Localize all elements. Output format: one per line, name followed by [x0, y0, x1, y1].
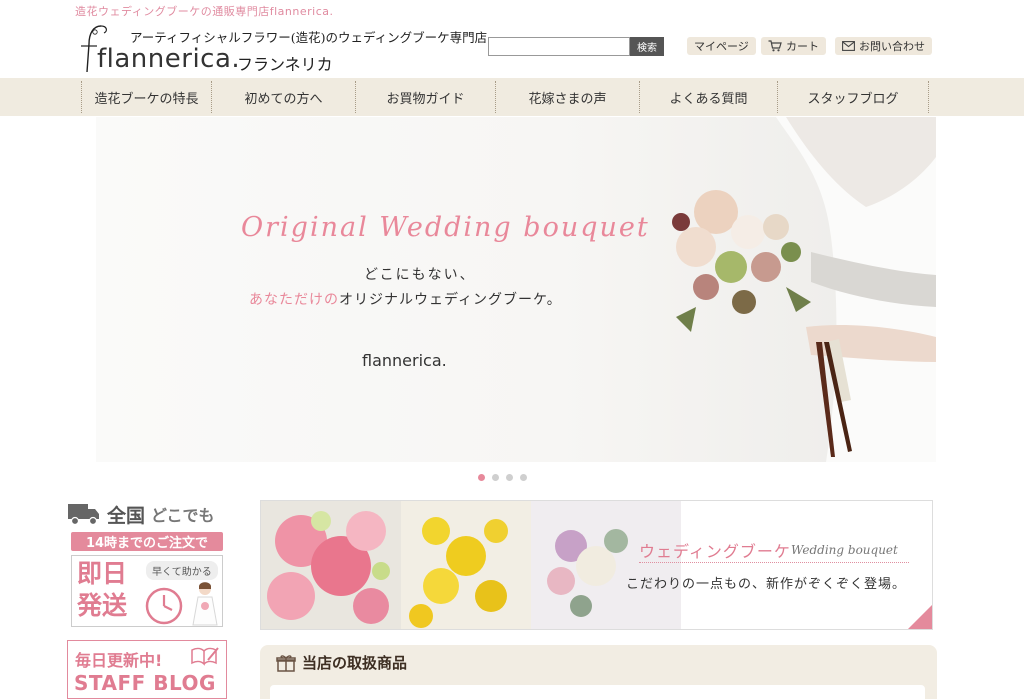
- hero-logo: flannerica.: [362, 351, 447, 370]
- blog-title: STAFF BLOG: [74, 671, 216, 695]
- nav-item-bride-voices[interactable]: 花嫁さまの声: [495, 81, 639, 113]
- products-section-heading: 当店の取扱商品: [276, 652, 407, 673]
- blog-daily-update: 毎日更新中!: [75, 651, 163, 670]
- wedding-bouquet-banner[interactable]: ウェディングブーケ Wedding bouquet こだわりの一点もの、新作がぞ…: [260, 500, 933, 630]
- slider-dot[interactable]: [492, 474, 499, 481]
- wedding-banner-divider: [639, 562, 909, 563]
- notebook-pencil-icon: [191, 647, 219, 666]
- mail-icon: [842, 41, 855, 51]
- contact-label: お問い合わせ: [859, 40, 925, 53]
- contact-button[interactable]: お問い合わせ: [835, 37, 932, 55]
- slider-dot[interactable]: [520, 474, 527, 481]
- header-tagline: 造花ウェディングブーケの通販専門店flannerica.: [75, 5, 334, 18]
- shipping-headline: 全国 どこでも: [67, 499, 227, 529]
- hero-copy-highlight: あなただけの: [249, 292, 339, 308]
- logo-wordmark: flannerica.: [97, 44, 241, 74]
- slider-dot[interactable]: [478, 474, 485, 481]
- hero-slide[interactable]: Original Wedding bouquet どこにもない、 あなただけのオ…: [96, 117, 936, 462]
- search-form: 検索: [488, 37, 664, 56]
- search-input[interactable]: [488, 37, 630, 56]
- gift-icon: [276, 654, 296, 672]
- cart-button[interactable]: カート: [761, 37, 826, 55]
- shipping-nationwide: 全国: [107, 504, 146, 527]
- site-logo[interactable]: flannerica. アーティフィシャルフラワー(造花)のウェディングブーケ専…: [75, 22, 487, 74]
- logo-katakana: フランネリカ: [237, 55, 333, 74]
- shipping-deadline: 14時までのご注文で: [71, 532, 223, 551]
- bouquet-photo-collage: [261, 501, 681, 629]
- staff-blog-banner[interactable]: 毎日更新中! STAFF BLOG: [67, 640, 227, 699]
- shipping-main-box: 即日 発送 早くて助かる: [71, 555, 223, 627]
- truck-icon: [68, 504, 99, 526]
- nav-item-features[interactable]: 造花ブーケの特長: [81, 81, 211, 113]
- same-day-shipping-banner[interactable]: 全国 どこでも 14時までのご注文で 即日 発送 早くて助かる: [67, 499, 227, 629]
- slider-dot[interactable]: [506, 474, 513, 481]
- slider-pagination: [478, 474, 527, 481]
- wedding-banner-subtitle: こだわりの一点もの、新作がぞくぞく登場。: [626, 577, 907, 592]
- bride-illustration-icon: [192, 582, 218, 626]
- products-section-panel: [270, 685, 925, 699]
- nav-item-staff-blog[interactable]: スタッフブログ: [777, 81, 929, 113]
- search-button[interactable]: 検索: [630, 37, 664, 56]
- mypage-label: マイページ: [694, 40, 749, 53]
- shipping-dispatch: 発送: [77, 591, 128, 620]
- nav-item-first-time[interactable]: 初めての方へ: [211, 81, 355, 113]
- bride-bouquet-image: [672, 117, 936, 462]
- hero-copy-rest: オリジナルウェディングブーケ。: [339, 292, 562, 308]
- global-nav: 造花ブーケの特長 初めての方へ お買物ガイド 花嫁さまの声 よくある質問 スタッ…: [0, 78, 1024, 116]
- nav-item-shopping-guide[interactable]: お買物ガイド: [355, 81, 495, 113]
- cart-icon: [768, 40, 782, 52]
- shipping-speech-bubble: 早くて助かる: [146, 561, 218, 580]
- wedding-banner-title-en: Wedding bouquet: [791, 543, 898, 557]
- cart-label: カート: [786, 40, 819, 53]
- shipping-anywhere: どこでも: [151, 506, 215, 525]
- nav-item-faq[interactable]: よくある質問: [639, 81, 777, 113]
- hero-title: Original Wedding bouquet: [241, 212, 650, 243]
- logo-subtitle: アーティフィシャルフラワー(造花)のウェディングブーケ専門店: [130, 30, 488, 45]
- banner-corner-arrow-icon: [908, 605, 932, 629]
- products-section-title: 当店の取扱商品: [302, 654, 408, 672]
- hero-copy-line1: どこにもない、: [364, 267, 476, 283]
- clock-icon: [145, 587, 183, 625]
- products-section: 当店の取扱商品: [260, 645, 937, 699]
- mypage-button[interactable]: マイページ: [687, 37, 756, 55]
- hero-copy-line2: あなただけのオリジナルウェディングブーケ。: [249, 289, 562, 309]
- wedding-banner-title: ウェディングブーケ: [639, 542, 791, 561]
- shipping-same-day: 即日: [77, 559, 128, 588]
